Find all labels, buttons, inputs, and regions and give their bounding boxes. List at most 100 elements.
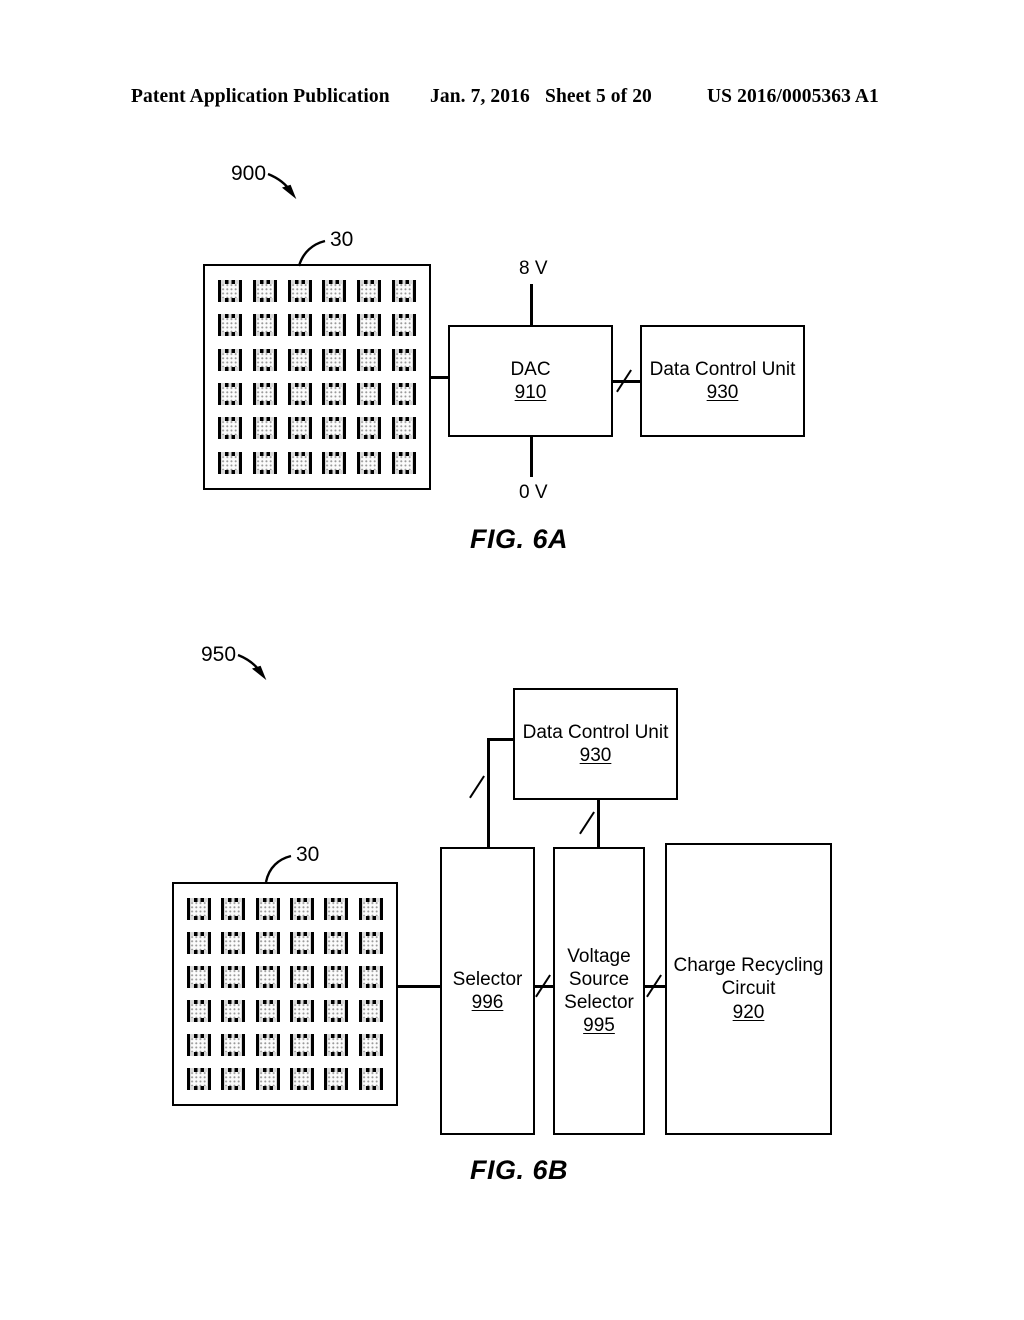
callout-950: 950 (201, 643, 237, 666)
array-cell (187, 898, 212, 920)
array-cell (290, 966, 315, 988)
caption-fig-6a: FIG. 6A (470, 524, 569, 554)
array-cell (221, 1000, 246, 1022)
array-cell (356, 280, 381, 303)
box-dcu2-ref: 930 (579, 745, 612, 766)
array-cell (391, 417, 416, 440)
array-cell (255, 932, 280, 954)
array-cell (356, 348, 381, 371)
callout-900: 900 (231, 162, 267, 185)
bus-slash-dcu-selector (469, 775, 486, 799)
array-cell (187, 1068, 212, 1090)
array-cell (324, 932, 349, 954)
array-cell (290, 1068, 315, 1090)
array-cell (218, 280, 243, 303)
box-vss-label: Voltage Source Selector (564, 945, 634, 1013)
array-cell (252, 314, 277, 337)
array-cell (255, 1068, 280, 1090)
array-cell (391, 314, 416, 337)
array-cell (290, 1000, 315, 1022)
array-cell (324, 898, 349, 920)
array-cell (290, 932, 315, 954)
array-cell (322, 314, 347, 337)
array-cell (356, 314, 381, 337)
array-cell (322, 451, 347, 474)
box-dac-label: DAC (510, 358, 551, 380)
array-cell (221, 898, 246, 920)
box-selector-ref: 996 (471, 992, 504, 1013)
wire-array-to-dac (431, 376, 448, 379)
array-cell (322, 348, 347, 371)
bus-slash-dcu-vss (579, 811, 596, 835)
array-cell (221, 932, 246, 954)
box-crc-ref: 920 (732, 1001, 765, 1023)
array-cell (358, 1068, 383, 1090)
box-crc-label: Charge Recycling Circuit (673, 955, 824, 1000)
array-cell (187, 1034, 212, 1056)
array-cell (218, 417, 243, 440)
array-cell (290, 898, 315, 920)
array-cell (221, 1034, 246, 1056)
callout-30-fig6b: 30 (296, 843, 320, 866)
array-cell (187, 966, 212, 988)
array-cell (356, 451, 381, 474)
wire-array-to-selector (398, 985, 442, 988)
array-cell (255, 966, 280, 988)
wire-dcu-to-selector-v (487, 738, 490, 848)
array-cell (358, 932, 383, 954)
array-cell (187, 932, 212, 954)
array-cell (252, 383, 277, 406)
box-data-control-unit-fig6b: Data Control Unit 930 (513, 688, 678, 800)
box-vss-ref: 995 (583, 1015, 615, 1037)
array-cell (290, 1034, 315, 1056)
wire-rail-8v (530, 284, 533, 325)
array-cell (218, 314, 243, 337)
array-cell (324, 1000, 349, 1022)
figure-6b: 950 30 Data Control Unit 930 Selector 99… (0, 0, 1024, 1320)
array-cell (358, 898, 383, 920)
wire-dac-to-dcu (611, 380, 642, 383)
array-cell (287, 417, 312, 440)
caption-fig-6b: FIG. 6B (470, 1155, 569, 1185)
array-cell (356, 417, 381, 440)
array-cell (187, 1000, 212, 1022)
pixel-array-fig6a (203, 264, 431, 490)
array-cell (287, 348, 312, 371)
box-voltage-source-selector: Voltage Source Selector 995 (553, 847, 645, 1135)
array-cell (358, 1034, 383, 1056)
array-cell (324, 1068, 349, 1090)
array-cell (287, 383, 312, 406)
array-cell (252, 348, 277, 371)
array-cell (287, 314, 312, 337)
box-charge-recycling-circuit: Charge Recycling Circuit 920 (665, 843, 832, 1135)
array-cell (221, 1068, 246, 1090)
array-cell (391, 451, 416, 474)
box-dcu-ref: 930 (706, 382, 739, 403)
array-cell (252, 417, 277, 440)
array-cell (252, 280, 277, 303)
box-selector: Selector 996 (440, 847, 535, 1135)
array-cell (255, 1034, 280, 1056)
array-cell (358, 1000, 383, 1022)
callout-30-fig6a: 30 (330, 228, 354, 251)
box-dcu2-label: Data Control Unit (522, 721, 669, 743)
box-dac: DAC 910 (448, 325, 613, 437)
array-cell (218, 348, 243, 371)
rail-label-0v: 0 V (519, 482, 548, 503)
box-selector-label: Selector (452, 968, 523, 990)
box-dcu-label: Data Control Unit (649, 358, 796, 380)
array-cell (252, 451, 277, 474)
array-cell (358, 966, 383, 988)
array-cell (322, 280, 347, 303)
pixel-array-fig6b (172, 882, 398, 1106)
wire-dcu-to-vss (597, 798, 600, 848)
box-dac-ref: 910 (514, 382, 547, 403)
array-cell (221, 966, 246, 988)
wire-rail-0v (530, 436, 533, 477)
array-cell (356, 383, 381, 406)
array-cell (218, 383, 243, 406)
array-cell (322, 383, 347, 406)
array-cell (391, 348, 416, 371)
array-cell (324, 966, 349, 988)
array-cell (322, 417, 347, 440)
